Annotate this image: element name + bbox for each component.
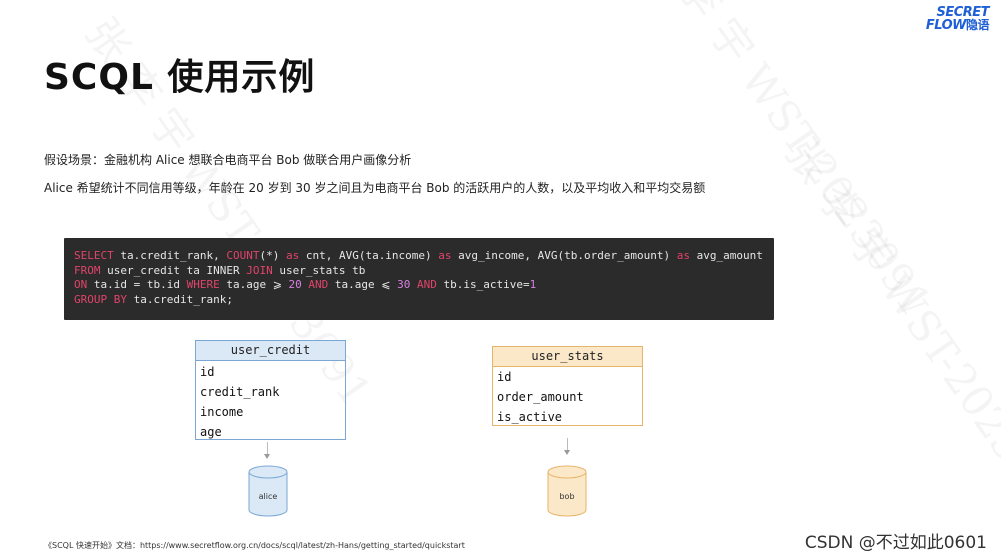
database-label: alice <box>258 492 278 501</box>
code-line: SELECT ta.credit_rank, COUNT(*) as cnt, … <box>74 249 774 264</box>
table-column: is_active <box>497 410 563 424</box>
code-line: GROUP BY ta.credit_rank; <box>74 293 774 308</box>
sql-text: ta.credit_rank, <box>113 249 227 262</box>
bob-database-icon: bob <box>547 465 587 517</box>
sql-text: ta.id = tb.id <box>87 278 187 291</box>
sql-text: ta.age ⩽ <box>328 278 398 291</box>
secretflow-logo: SECRET FLOW隐语 <box>925 6 990 33</box>
sql-text: cnt, AVG(ta.income) <box>299 249 439 262</box>
sql-keyword: as <box>438 249 452 262</box>
table-column: credit_rank <box>200 385 280 399</box>
sql-number: 30 <box>397 278 411 291</box>
database-label: bob <box>559 492 575 501</box>
sql-code-block: SELECT ta.credit_rank, COUNT(*) as cnt, … <box>64 238 774 320</box>
sql-keyword: WHERE <box>186 278 220 291</box>
user-credit-table: user_credit id credit_rank income age <box>195 340 346 440</box>
table-column: age <box>200 425 222 439</box>
code-line: ON ta.id = tb.id WHERE ta.age ⩾ 20 AND t… <box>74 278 774 293</box>
watermark: 张 李 宇 WST-2023091 <box>773 124 1001 537</box>
table-header: user_stats <box>493 347 642 367</box>
sql-text: user_stats tb <box>272 263 366 277</box>
csdn-watermark: CSDN @不过如此0601 <box>804 533 987 553</box>
alice-database-icon: alice <box>248 465 288 517</box>
logo-line2-cn: 隐语 <box>965 18 990 32</box>
sql-text: ta.credit_rank; <box>126 292 233 306</box>
sql-keyword: GROUP BY <box>74 292 127 306</box>
sql-text: (*) <box>259 249 286 262</box>
sql-text: avg_amount <box>689 249 763 262</box>
sql-number: 20 <box>288 278 302 291</box>
sql-keyword: FROM <box>74 263 101 277</box>
quickstart-doc-link[interactable]: 《SCQL 快速开始》文档：https://www.secretflow.org… <box>44 540 465 551</box>
sql-keyword: AND <box>308 278 329 291</box>
logo-line2-text: FLOW <box>925 18 967 33</box>
arrow-down-icon <box>264 454 270 459</box>
sql-text: avg_income, AVG(tb.order_amount) <box>451 249 677 262</box>
sql-text: ta.age ⩾ <box>219 278 289 291</box>
user-stats-table: user_stats id order_amount is_active <box>492 346 643 426</box>
page-title: SCQL 使用示例 <box>44 57 316 98</box>
arrow-down-icon <box>564 450 570 455</box>
sql-number: 1 <box>529 278 537 291</box>
table-column: id <box>200 365 215 379</box>
sql-keyword: as <box>676 249 690 262</box>
table-column: order_amount <box>497 390 584 404</box>
sql-text: tb.is_active= <box>436 278 530 291</box>
sql-keyword: as <box>285 249 300 262</box>
sql-keyword: AND <box>417 278 437 291</box>
table-column: income <box>200 405 244 419</box>
sql-keyword: COUNT <box>226 249 260 262</box>
goal-description: Alice 希望统计不同信用等级，年龄在 20 岁到 30 岁之间且为电商平台 … <box>44 181 706 195</box>
sql-text: user_credit ta INNER <box>100 263 247 277</box>
sql-keyword: JOIN <box>246 263 273 277</box>
table-column: id <box>497 370 512 384</box>
code-line: FROM user_credit ta INNER JOIN user_stat… <box>74 264 774 279</box>
table-header: user_credit <box>196 341 345 361</box>
scenario-description: 假设场景：金融机构 Alice 想联合电商平台 Bob 做联合用户画像分析 <box>44 153 412 167</box>
sql-keyword: ON <box>74 278 88 291</box>
logo-line2: FLOW隐语 <box>925 18 990 33</box>
sql-keyword: SELECT <box>74 249 114 262</box>
